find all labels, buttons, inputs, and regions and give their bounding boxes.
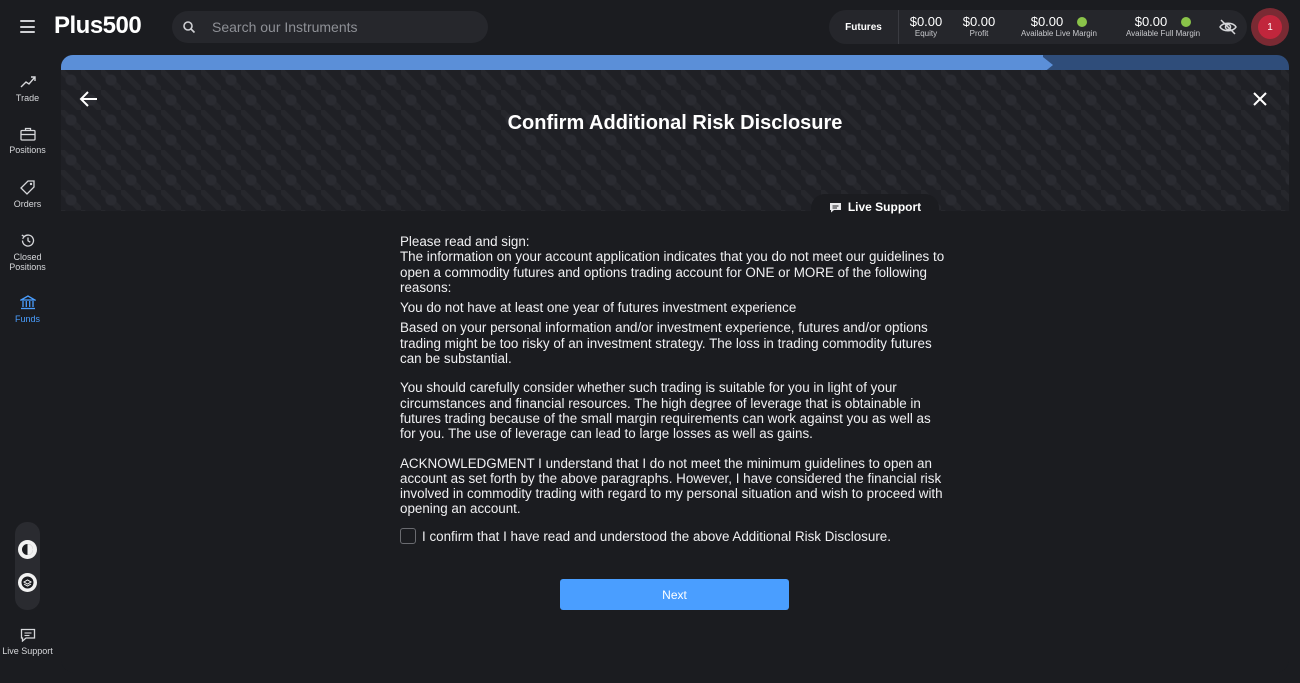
sidebar-item-orders[interactable]: Orders — [0, 180, 55, 209]
disclosure-paragraph: The information on your account applicat… — [400, 249, 945, 295]
bank-icon — [19, 295, 36, 310]
page-title: Confirm Additional Risk Disclosure — [507, 112, 843, 134]
equity-stat: $0.00 Equity — [908, 14, 944, 39]
confirm-label: I confirm that I have read and understoo… — [422, 528, 891, 544]
eye-off-icon[interactable] — [1219, 19, 1237, 35]
back-arrow-icon[interactable] — [79, 90, 99, 108]
layers-icon — [21, 576, 34, 589]
disclosure-paragraph: You do not have at least one year of fut… — [400, 300, 797, 316]
sidebar: Trade Positions Orders Closed Positions — [0, 55, 55, 683]
live-margin-label: Available Live Margin — [1021, 29, 1097, 38]
equity-value: $0.00 — [909, 14, 943, 29]
check-icon — [1077, 17, 1088, 27]
risk-disclosure-modal: Confirm Additional Risk Disclosure Pleas… — [61, 70, 1289, 673]
search-icon — [183, 21, 196, 34]
live-support-label: Live Support — [847, 200, 922, 214]
disclosure-paragraph: You should carefully consider whether su… — [400, 380, 931, 442]
theme-toggles — [15, 522, 40, 610]
account-summary: Futures $0.00 Equity $0.00 Profit $0.00 … — [829, 10, 1247, 44]
chat-icon — [829, 202, 841, 212]
search-input[interactable] — [212, 11, 472, 43]
live-margin-value: $0.00 — [1030, 14, 1064, 29]
search-bar[interactable] — [172, 11, 488, 43]
full-margin-label: Available Full Margin — [1125, 29, 1201, 38]
sidebar-item-positions[interactable]: Positions — [0, 127, 55, 155]
full-margin-stat: $0.00 Available Full Margin — [1120, 14, 1206, 39]
sidebar-item-trade[interactable]: Trade — [0, 75, 55, 103]
sidebar-item-closed-positions[interactable]: Closed Positions — [0, 233, 55, 272]
live-margin-stat: $0.00 Available Live Margin — [1015, 14, 1103, 39]
disclosure-paragraph: Based on your personal information and/o… — [400, 320, 932, 367]
profit-value: $0.00 — [962, 14, 996, 29]
briefcase-icon — [19, 127, 36, 141]
intro-text: Please read and sign: — [400, 234, 530, 249]
sidebar-item-label: Closed Positions — [9, 252, 46, 272]
equity-label: Equity — [914, 29, 938, 38]
sidebar-item-funds[interactable]: Funds — [0, 295, 55, 324]
disclosure-content: Please read and sign: The information on… — [61, 211, 1289, 673]
sidebar-item-live-support[interactable]: Live Support — [0, 628, 55, 656]
layers-toggle[interactable] — [18, 573, 37, 592]
futures-button[interactable]: Futures — [829, 10, 899, 44]
header-pattern — [61, 70, 1289, 211]
sidebar-item-label: Live Support — [2, 646, 53, 656]
acknowledgment-paragraph: ACKNOWLEDGMENT I understand that I do no… — [400, 455, 943, 517]
tag-icon — [19, 180, 35, 195]
next-button[interactable]: Next — [560, 579, 789, 610]
sidebar-item-label: Trade — [15, 93, 40, 103]
full-margin-value: $0.00 — [1134, 14, 1168, 29]
chat-icon — [20, 628, 35, 642]
history-icon — [20, 234, 34, 247]
logo[interactable]: Plus500 — [54, 12, 142, 40]
check-icon — [1181, 17, 1192, 27]
sidebar-item-label: Funds — [14, 314, 40, 324]
trend-up-icon — [20, 76, 36, 88]
contrast-icon — [22, 544, 33, 555]
close-icon[interactable] — [1252, 91, 1268, 107]
top-bar: Plus500 Futures $0.00 Equity $0.00 Profi… — [0, 0, 1300, 55]
sidebar-item-label: Positions — [9, 145, 46, 155]
live-support-button[interactable]: Live Support — [811, 194, 939, 220]
disclosure-text: Please read and sign: The information on… — [400, 234, 950, 517]
menu-icon[interactable] — [20, 20, 35, 33]
avatar[interactable]: 1 — [1258, 15, 1282, 39]
confirm-checkbox[interactable] — [400, 528, 416, 544]
confirm-checkbox-row[interactable]: I confirm that I have read and understoo… — [400, 528, 891, 544]
profit-label: Profit — [969, 29, 989, 38]
profit-stat: $0.00 Profit — [961, 14, 997, 39]
dark-mode-toggle[interactable] — [18, 540, 37, 559]
sidebar-item-label: Orders — [13, 199, 42, 209]
